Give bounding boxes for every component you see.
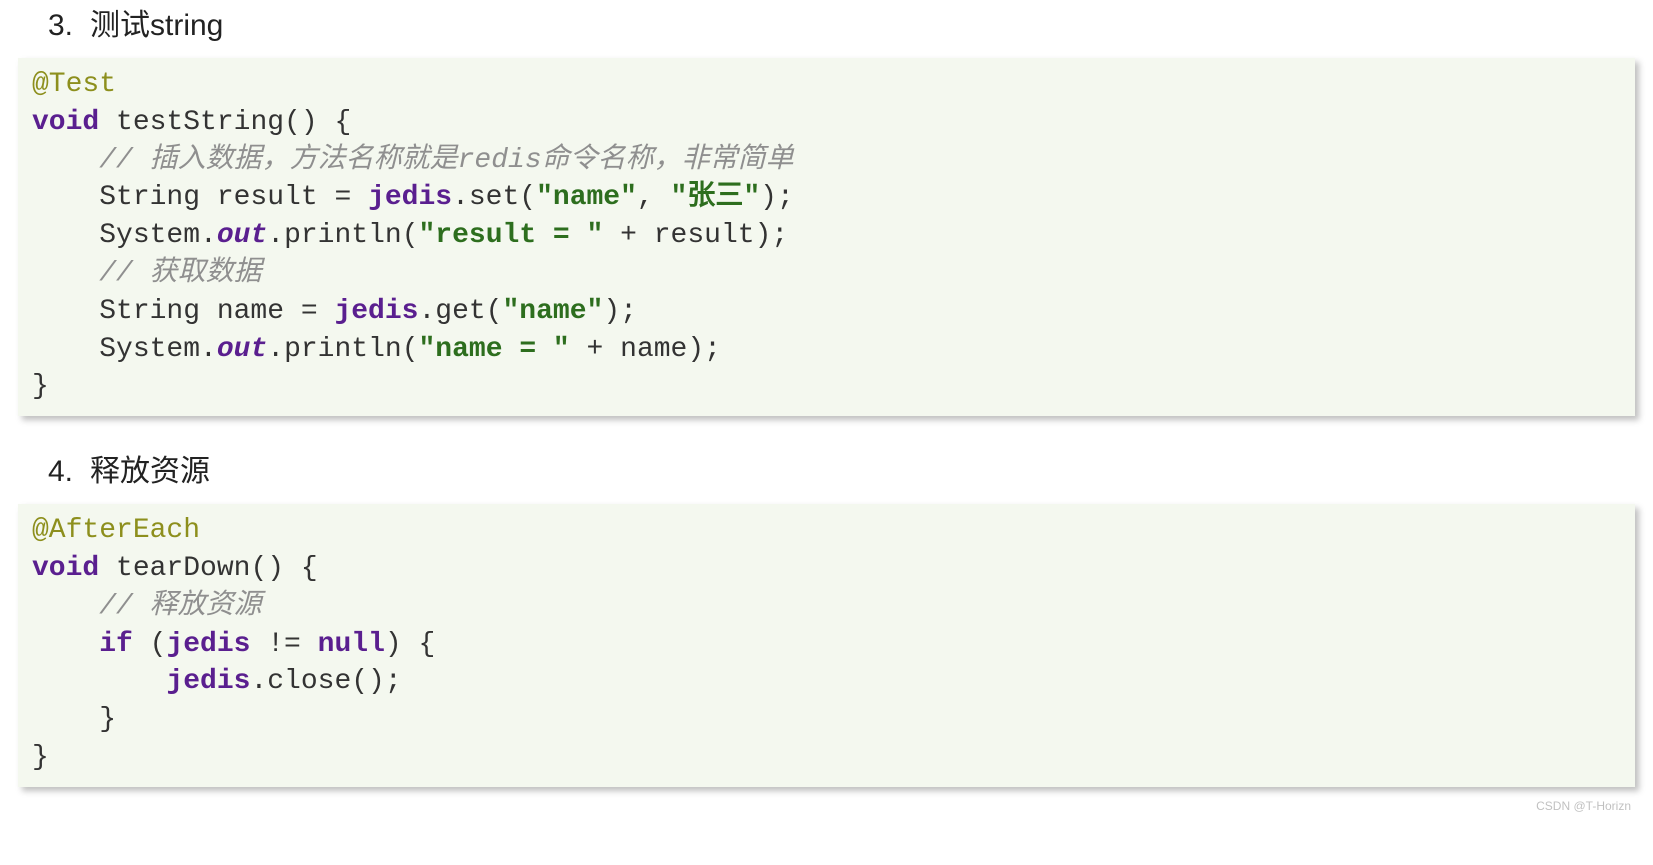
code-text: .set( <box>452 182 536 213</box>
code-text: , <box>637 182 671 213</box>
code-block-tear-down: @AfterEach void tearDown() { // 释放资源 if … <box>18 504 1635 787</box>
code-text: .println( <box>267 220 418 251</box>
code-text: ) { <box>385 629 435 660</box>
section-number: 4. <box>48 455 90 489</box>
code-text: != <box>250 629 317 660</box>
code-text: .get( <box>418 296 502 327</box>
code-text: ); <box>760 182 794 213</box>
field-jedis: jedis <box>166 629 250 660</box>
code-text: String name = <box>32 296 334 327</box>
document-container: 3. 测试string @Test void testString() { //… <box>0 0 1653 813</box>
string-literal: "result = " <box>419 220 604 251</box>
watermark: CSDN @T-Horizn <box>0 799 1631 813</box>
field-jedis: jedis <box>166 666 250 697</box>
code-text: } <box>32 742 49 773</box>
code-text: .close(); <box>250 666 401 697</box>
section-heading-4: 4. 释放资源 <box>48 446 1653 490</box>
section-number: 3. <box>48 9 90 43</box>
annotation-test: @Test <box>32 69 116 100</box>
field-jedis: jedis <box>368 182 452 213</box>
string-literal: "name" <box>536 182 637 213</box>
code-text: } <box>32 371 49 402</box>
comment-release: // 释放资源 <box>32 591 262 622</box>
section-heading-3: 3. 测试string <box>48 0 1653 44</box>
code-text: + result); <box>603 220 788 251</box>
comment-insert-data: // 插入数据，方法名称就是redis命令名称，非常简单 <box>32 145 794 176</box>
code-text: ); <box>603 296 637 327</box>
string-literal: "张三" <box>671 182 761 213</box>
keyword-void: void <box>32 553 99 584</box>
comment-get-data: // 获取数据 <box>32 258 262 289</box>
section-title: 释放资源 <box>90 446 210 490</box>
section-title: 测试string <box>90 0 223 44</box>
keyword-null: null <box>318 629 385 660</box>
keyword-void: void <box>32 107 99 138</box>
keyword-if: if <box>99 629 133 660</box>
string-literal: "name" <box>502 296 603 327</box>
string-literal: "name = " <box>419 334 570 365</box>
field-out: out <box>217 220 267 251</box>
code-text: String result = <box>32 182 368 213</box>
annotation-aftereach: @AfterEach <box>32 515 200 546</box>
code-text: } <box>32 704 116 735</box>
code-text: ( <box>133 629 167 660</box>
code-block-test-string: @Test void testString() { // 插入数据，方法名称就是… <box>18 58 1635 416</box>
field-jedis: jedis <box>334 296 418 327</box>
code-text: testString() { <box>99 107 351 138</box>
code-text <box>32 666 166 697</box>
code-text: System. <box>32 220 217 251</box>
code-text: tearDown() { <box>99 553 317 584</box>
code-text: + name); <box>570 334 721 365</box>
code-text <box>32 629 99 660</box>
field-out: out <box>217 334 267 365</box>
code-text: .println( <box>267 334 418 365</box>
code-text: System. <box>32 334 217 365</box>
